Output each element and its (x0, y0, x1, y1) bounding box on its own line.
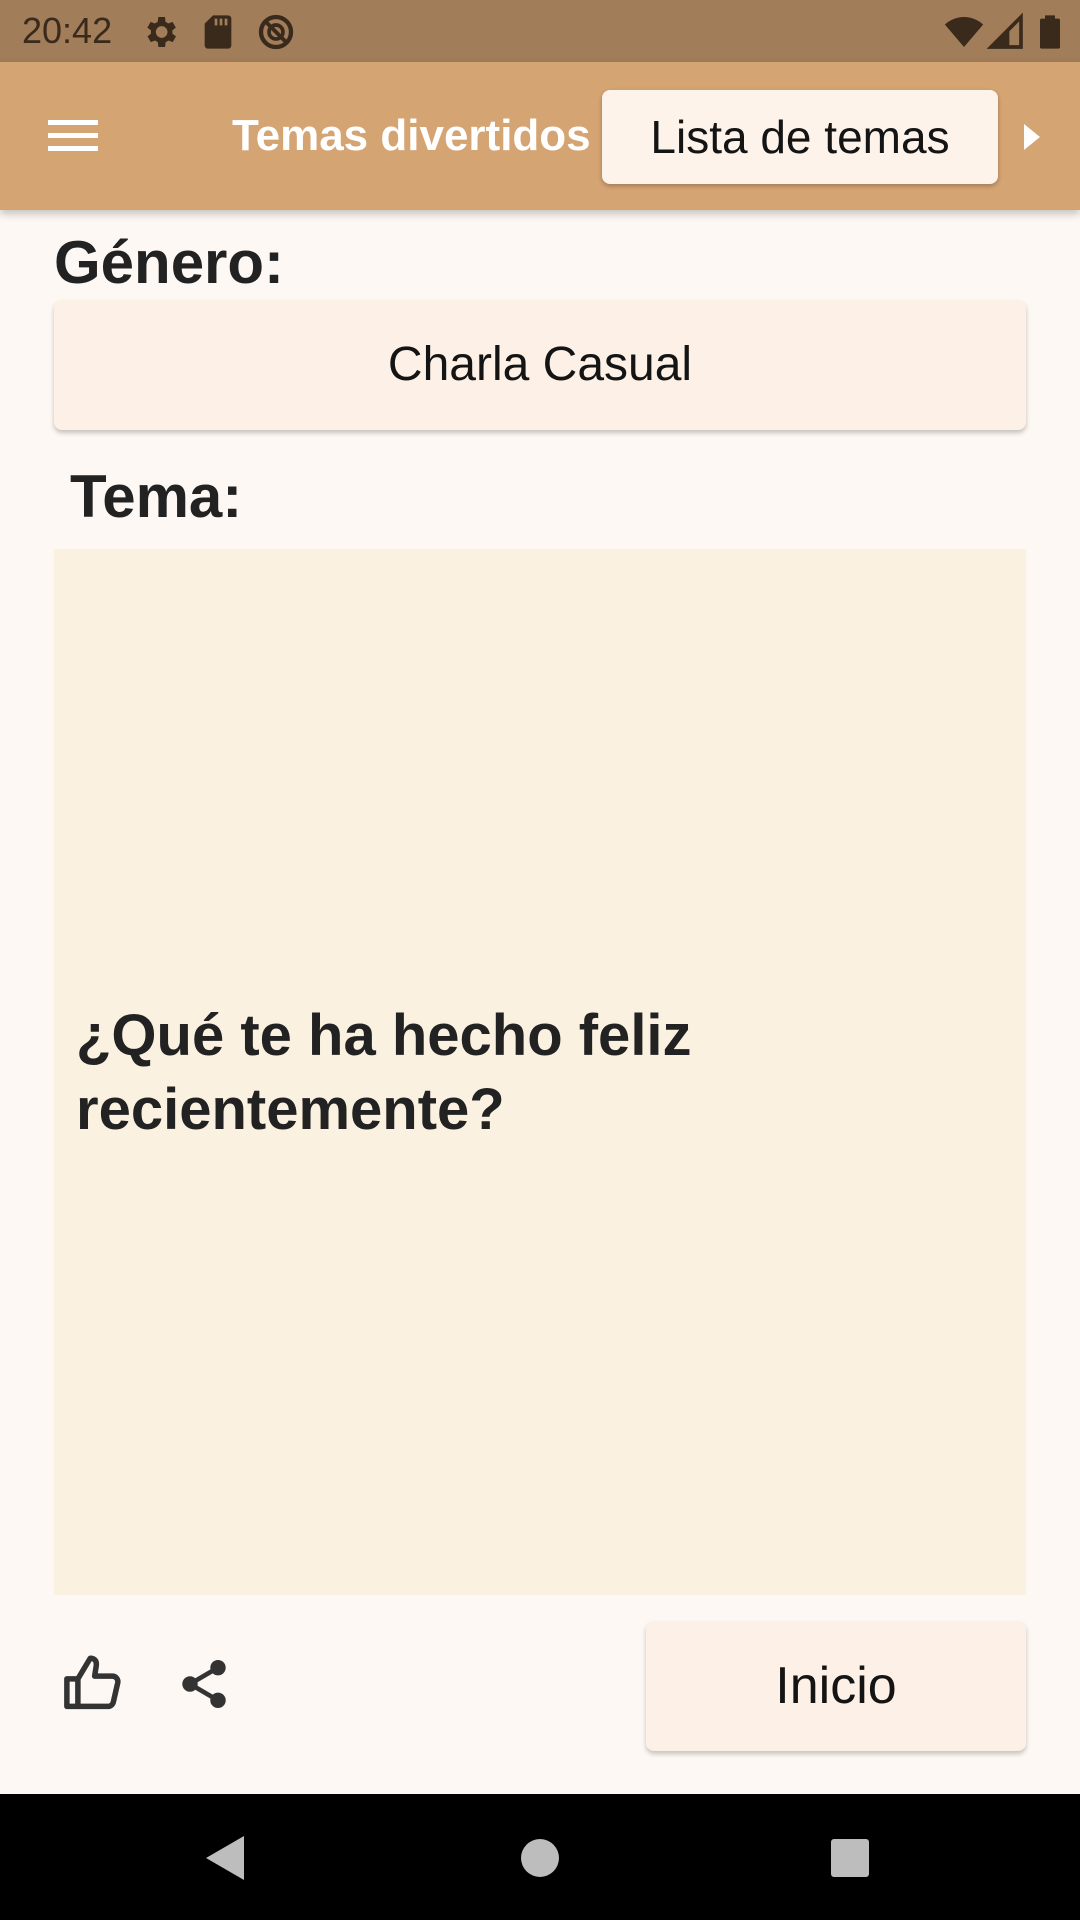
sd-card-icon (204, 15, 232, 49)
topic-card: ¿Qué te ha hecho feliz recientemente? (54, 549, 1026, 1595)
status-time: 20:42 (22, 10, 113, 51)
arrow-right-icon[interactable] (1020, 120, 1044, 154)
status-bar: 20:42 (0, 0, 1080, 62)
genre-label: Género: (54, 229, 285, 296)
app-bar: Temas divertidos Lista de temas (0, 62, 1080, 210)
back-icon[interactable] (196, 1828, 256, 1888)
signal-icon (986, 12, 1023, 49)
topic-label: Tema: (70, 463, 243, 530)
share-icon[interactable] (176, 1656, 232, 1712)
wifi-icon (944, 17, 984, 47)
topic-text: ¿Qué te ha hecho feliz recientemente? (76, 1003, 692, 1142)
topic-list-button[interactable]: Lista de temas (602, 90, 998, 184)
recents-icon[interactable] (820, 1828, 880, 1888)
nav-bar (0, 1794, 1080, 1920)
home-icon[interactable] (510, 1828, 570, 1888)
app-title: Temas divertidos (232, 111, 591, 160)
start-button[interactable]: Inicio (646, 1621, 1026, 1751)
battery-icon (1040, 15, 1060, 49)
gear-icon (147, 17, 176, 47)
menu-icon[interactable] (48, 116, 98, 156)
no-disturb-icon (258, 14, 294, 50)
thumbs-up-icon[interactable] (60, 1650, 126, 1716)
genre-button[interactable]: Charla Casual (54, 300, 1026, 430)
